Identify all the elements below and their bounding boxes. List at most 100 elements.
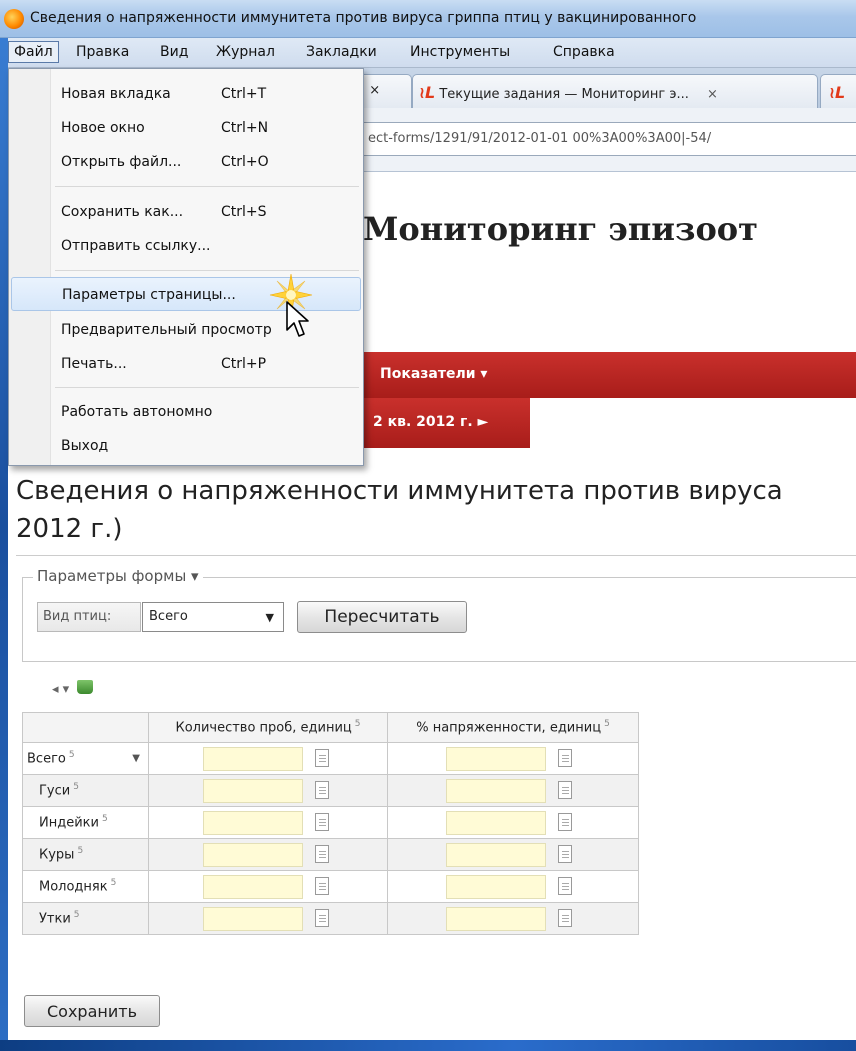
samples-input[interactable] [203,907,303,931]
row-label-text: Всего [27,751,66,767]
menu-item-label: Предварительный просмотр [61,322,272,338]
table-row: Гуси 5 [22,774,639,807]
menu-item-label: Сохранить как... [61,204,184,220]
samples-input[interactable] [203,843,303,867]
menu-history[interactable]: Журнал [216,44,275,60]
percent-input[interactable] [446,779,546,803]
percent-input[interactable] [446,811,546,835]
menu-bookmarks[interactable]: Закладки [306,44,377,60]
bird-type-select[interactable]: Всего ▼ [142,602,284,632]
menu-item-label: Выход [61,438,109,454]
row-label-geese: Гуси 5 [22,774,149,807]
document-icon[interactable] [315,909,329,927]
save-button[interactable]: Сохранить [24,995,160,1027]
desktop-edge [0,0,8,1051]
document-icon[interactable] [315,813,329,831]
chevron-down-icon: ▼ [265,611,274,624]
file-menu-dropdown: Новая вкладка Ctrl+T Новое окно Ctrl+N О… [8,68,364,466]
menu-item-save-as[interactable]: Сохранить как... Ctrl+S [11,195,361,229]
footnote-marker: 5 [354,719,361,730]
document-icon[interactable] [558,781,572,799]
document-icon[interactable] [315,845,329,863]
tab-third[interactable]: ≀L [820,74,856,108]
footnote-marker: 5 [604,719,610,730]
menu-arrow-icon[interactable]: ▾ [63,682,70,697]
menu-bar: Файл Правка Вид Журнал Закладки Инструме… [8,38,856,68]
percent-cell [387,806,639,839]
percent-cell [387,902,639,935]
column-header-samples-label: Количество проб, единиц [175,720,352,736]
percent-input[interactable] [446,843,546,867]
document-icon[interactable] [558,877,572,895]
data-table: Количество проб, единиц 5 % напряженности… [22,712,639,935]
samples-input[interactable] [203,747,303,771]
menu-item-label: Параметры страницы... [62,287,236,303]
menu-edit[interactable]: Правка [76,44,129,60]
tab-close-icon[interactable]: × [707,87,718,102]
table-header-row: Количество проб, единиц 5 % напряженности… [22,712,639,743]
menu-file[interactable]: Файл [8,41,59,63]
form-params-legend[interactable]: Параметры формы ▾ [33,567,203,585]
tab-current-tasks[interactable]: ≀L Текущие задания — Мониторинг э... × [412,74,818,108]
table-row: Куры 5 [22,838,639,871]
percent-input[interactable] [446,907,546,931]
period-tab-label: 2 кв. 2012 г. ► [373,414,489,430]
document-icon[interactable] [558,813,572,831]
samples-cell [148,902,388,935]
row-label-total: Всего 5 ▼ [22,742,149,775]
document-icon[interactable] [315,781,329,799]
samples-input[interactable] [203,779,303,803]
menu-item-work-offline[interactable]: Работать автономно [11,395,361,429]
row-label-chickens: Куры 5 [22,838,149,871]
form-heading-line2: 2012 г.) [16,514,123,544]
document-icon[interactable] [558,845,572,863]
menu-item-label: Отправить ссылку... [61,238,211,254]
bird-type-label: Вид птиц: [37,602,141,632]
menu-item-label: Работать автономно [61,404,213,420]
back-arrow-icon[interactable]: ◂ [52,682,59,697]
nav-indicators[interactable]: Показатели ▾ [380,366,487,382]
expand-arrow-icon[interactable]: ▼ [132,753,140,764]
samples-cell [148,806,388,839]
menu-tools[interactable]: Инструменты [410,44,510,60]
percent-cell [387,870,639,903]
percent-cell [387,838,639,871]
menu-item-exit[interactable]: Выход [11,429,361,463]
footnote-marker: 5 [73,910,80,921]
site-logo-icon: ≀L [829,83,846,102]
menu-separator [55,270,359,271]
menu-item-label: Открыть файл... [61,154,182,170]
period-tab[interactable]: 2 кв. 2012 г. ► [363,398,530,448]
document-icon[interactable] [558,909,572,927]
samples-input[interactable] [203,811,303,835]
percent-input[interactable] [446,747,546,771]
menu-item-new-tab[interactable]: Новая вкладка Ctrl+T [11,77,361,111]
samples-input[interactable] [203,875,303,899]
menu-item-new-window[interactable]: Новое окно Ctrl+N [11,111,361,145]
menu-item-open-file[interactable]: Открыть файл... Ctrl+O [11,145,361,179]
document-icon[interactable] [558,749,572,767]
menu-separator [55,387,359,388]
recalculate-button[interactable]: Пересчитать [297,601,467,633]
menu-separator [55,186,359,187]
bird-type-value: Всего [149,609,188,624]
samples-cell [148,870,388,903]
export-icon[interactable] [77,680,94,694]
menu-item-print[interactable]: Печать... Ctrl+P [11,347,361,381]
menu-item-send-link[interactable]: Отправить ссылку... [11,229,361,263]
table-row: Молодняк 5 [22,870,639,903]
samples-cell [148,742,388,775]
menu-view[interactable]: Вид [160,44,188,60]
url-text: ect-forms/1291/91/2012-01-01 00%3A00%3A0… [368,131,712,146]
menu-item-shortcut: Ctrl+T [221,86,267,102]
percent-cell [387,774,639,807]
percent-input[interactable] [446,875,546,899]
menu-item-shortcut: Ctrl+O [221,154,269,170]
footnote-marker: 5 [77,846,84,857]
column-header-samples: Количество проб, единиц 5 [148,712,388,743]
form-params-fieldset: Параметры формы ▾ Вид птиц: Всего ▼ Пере… [22,567,856,662]
menu-help[interactable]: Справка [553,44,615,60]
taskbar-edge [0,1040,856,1051]
document-icon[interactable] [315,877,329,895]
document-icon[interactable] [315,749,329,767]
